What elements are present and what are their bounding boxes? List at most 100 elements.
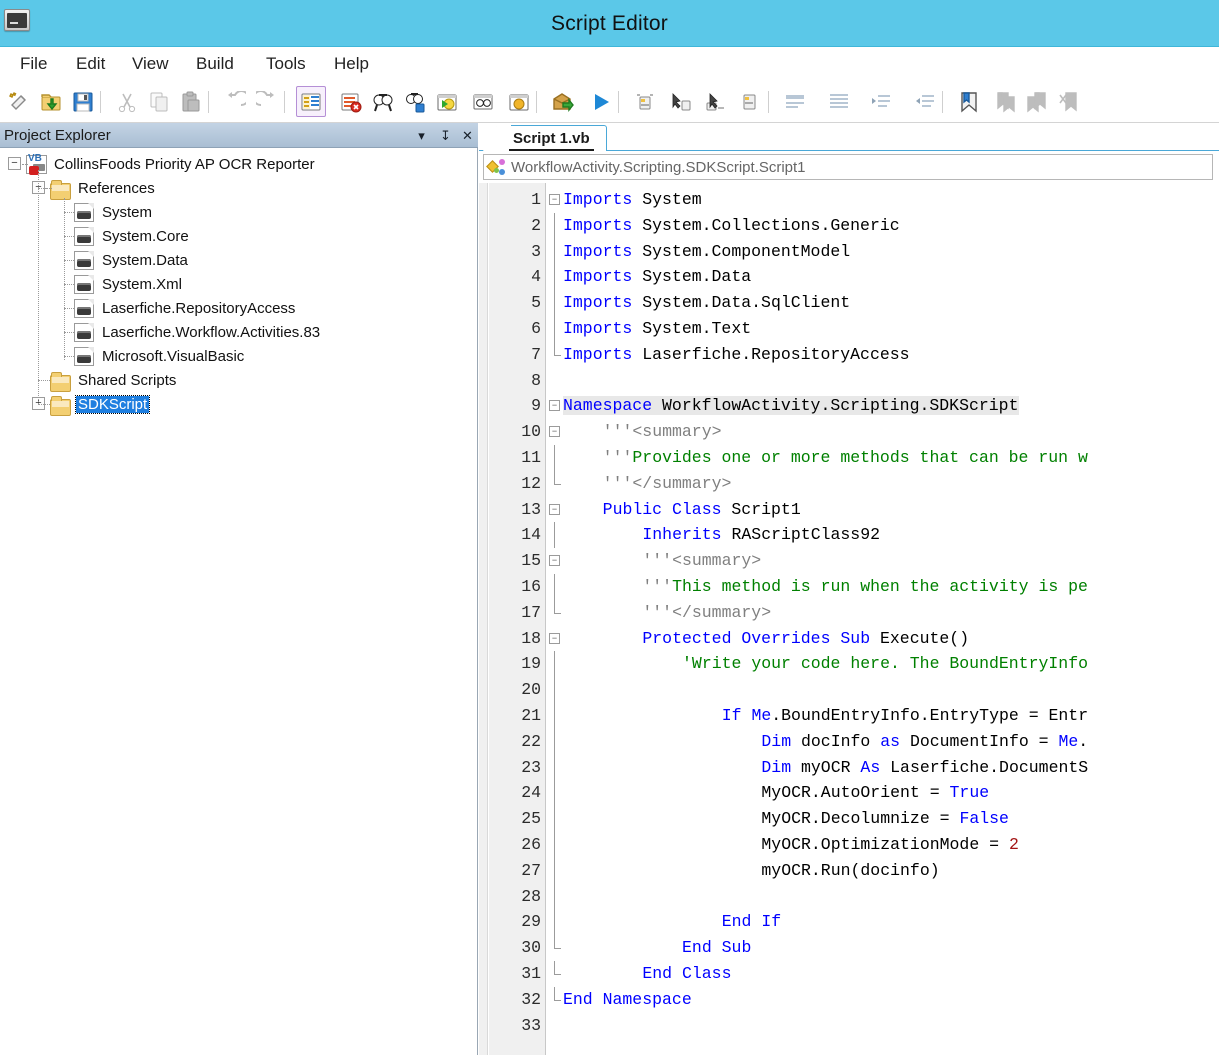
tree-connector-line [64,332,74,333]
menu-build[interactable]: Build [186,47,244,81]
panel-title: Project Explorer [4,123,111,148]
tab-script-1-vb[interactable]: Script 1.vb [496,125,607,151]
code-line[interactable]: End Class [563,961,731,987]
code-line[interactable]: Imports System.Data [563,264,751,290]
open-project-icon[interactable] [36,86,66,117]
code-line[interactable]: Imports System.ComponentModel [563,239,850,265]
new-script-icon[interactable] [4,86,34,117]
code-line[interactable]: 'Write your code here. The BoundEntryInf… [563,651,1088,677]
line-number: 32 [521,987,541,1013]
step-into-icon[interactable] [666,86,696,117]
menu-view[interactable]: View [122,47,179,81]
toolbar-separator [284,91,285,113]
toolbar-separator [208,91,209,113]
code-line[interactable]: '''<summary> [563,419,722,445]
build-icon[interactable] [548,86,578,117]
menu-edit[interactable]: Edit [66,47,115,81]
member-navigation-bar[interactable]: WorkflowActivity.Scripting.SDKScript.Scr… [483,154,1213,180]
code-line[interactable]: Imports System.Data.SqlClient [563,290,850,316]
code-token: Execute() [880,629,969,648]
fold-region-end [554,1000,561,1001]
project-tree[interactable]: −VBCollinsFoods Priority AP OCR Reporter… [0,148,477,1055]
code-folding-column[interactable]: − − − − − − [545,183,563,1055]
code-line[interactable]: Protected Overrides Sub Execute() [563,626,969,652]
code-token: MyOCR.OptimizationMode = [761,835,1009,854]
code-line[interactable]: MyOCR.Decolumnize = False [563,806,1009,832]
fold-collapse-icon[interactable]: − [549,426,560,437]
code-line[interactable]: Imports System [563,187,702,213]
fold-region-end [554,613,561,614]
tree-item-sdkscript[interactable]: +SDKScript [0,392,477,416]
code-line[interactable]: Dim docInfo as DocumentInfo = Me. [563,729,1088,755]
tree-item-collinsfoods-priority-ap-ocr-reporter[interactable]: −VBCollinsFoods Priority AP OCR Reporter [0,152,477,176]
menu-help[interactable]: Help [324,47,379,81]
toolbar-separator [768,91,769,113]
previous-bookmark-icon [1022,86,1052,117]
comment-block-icon[interactable] [780,86,810,117]
code-line[interactable]: '''Provides one or more methods that can… [563,445,1088,471]
run-window-icon[interactable] [432,86,462,117]
code-pane[interactable]: 1234567891011121314151617181920212223242… [479,183,1219,1055]
properties-window-icon[interactable] [296,86,326,117]
find-icon[interactable] [368,86,398,117]
tree-item-label: CollinsFoods Priority AP OCR Reporter [52,156,317,173]
step-out-icon[interactable] [700,86,730,117]
editor-left-margin[interactable] [479,183,488,1055]
tree-item-shared-scripts[interactable]: Shared Scripts [0,368,477,392]
show-next-statement-icon[interactable] [734,86,764,117]
dropdown-menu-icon[interactable]: ▾ [412,126,431,145]
code-token: System.Text [642,319,751,338]
code-line[interactable]: Inherits RAScriptClass92 [563,522,880,548]
error-list-icon[interactable] [336,86,366,117]
code-line[interactable]: If Me.BoundEntryInfo.EntryType = Entr [563,703,1088,729]
line-number: 26 [521,832,541,858]
code-line[interactable]: myOCR.Run(docinfo) [563,858,940,884]
code-line[interactable]: Dim myOCR As Laserfiche.DocumentS [563,755,1088,781]
start-debug-icon[interactable] [586,86,616,117]
menu-tools[interactable]: Tools [256,47,316,81]
fold-collapse-icon[interactable]: − [549,194,560,205]
next-bookmark-icon [990,86,1020,117]
code-line[interactable]: Imports System.Text [563,316,751,342]
code-line[interactable]: Imports System.Collections.Generic [563,213,900,239]
decrease-indent-icon[interactable] [910,86,940,117]
code-line[interactable]: MyOCR.AutoOrient = True [563,780,989,806]
code-line[interactable]: Imports Laserfiche.RepositoryAccess [563,342,910,368]
step-over-icon[interactable] [630,86,660,117]
code-line[interactable]: Namespace WorkflowActivity.Scripting.SDK… [563,393,1019,419]
output-window-icon[interactable] [504,86,534,117]
code-line[interactable]: End If [563,909,781,935]
code-text-area[interactable]: Imports SystemImports System.Collections… [563,183,1219,1055]
code-token: System.Data.SqlClient [642,293,850,312]
menu-file[interactable]: File [10,47,57,81]
tree-item-label: System.Data [100,252,190,269]
fold-collapse-icon[interactable]: − [549,633,560,644]
code-line[interactable]: '''<summary> [563,548,761,574]
code-line[interactable]: MyOCR.OptimizationMode = 2 [563,832,1019,858]
code-line[interactable]: '''</summary> [563,600,771,626]
fold-collapse-icon[interactable]: − [549,504,560,515]
auto-hide-pin-icon[interactable]: ↧ [436,126,455,145]
code-line[interactable]: '''</summary> [563,471,731,497]
save-icon[interactable] [68,86,98,117]
increase-indent-icon[interactable] [866,86,896,117]
code-line[interactable]: End Namespace [563,987,692,1013]
line-number: 8 [531,368,541,394]
tree-item-references[interactable]: −References [0,176,477,200]
fold-region-bar [554,755,555,781]
fold-collapse-icon[interactable]: − [549,400,560,411]
uncomment-block-icon[interactable] [824,86,854,117]
toggle-bookmark-icon[interactable] [954,86,984,117]
fold-collapse-icon[interactable]: − [549,555,560,566]
code-line[interactable]: Public Class Script1 [563,497,801,523]
code-token: End Class [642,964,731,983]
close-panel-icon[interactable]: ✕ [458,126,477,145]
watch-window-icon[interactable] [468,86,498,117]
line-number: 24 [521,780,541,806]
collapse-expander-icon[interactable]: − [8,157,21,170]
code-token: Namespace [563,396,662,415]
code-line[interactable]: End Sub [563,935,751,961]
code-line[interactable]: '''This method is run when the activity … [563,574,1088,600]
find-in-files-icon[interactable] [400,86,430,117]
code-token: . [1078,732,1088,751]
